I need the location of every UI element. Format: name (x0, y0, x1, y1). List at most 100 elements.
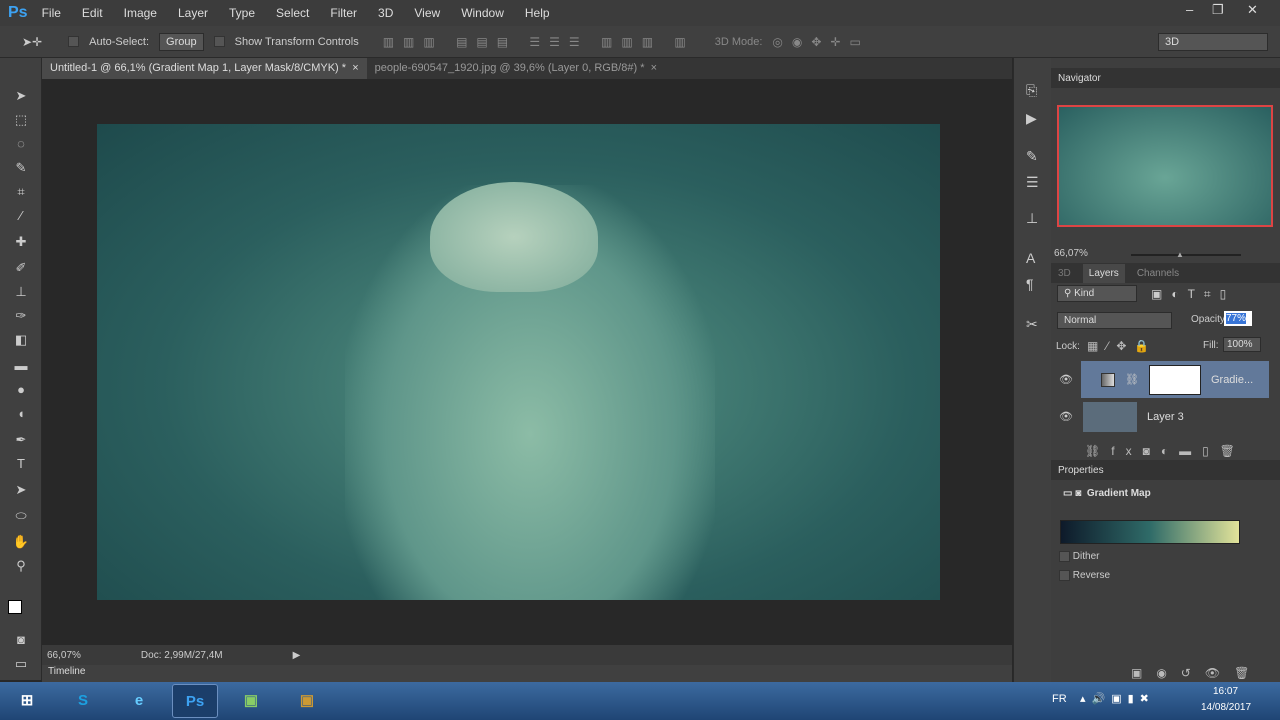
photoshop-taskbar-icon[interactable]: Ps (172, 684, 218, 718)
menu-file[interactable]: File (42, 6, 61, 20)
move-tool-icon[interactable]: ➤✛ (22, 35, 42, 49)
eyedropper-tool-icon[interactable]: ⁄ (12, 208, 30, 226)
menu-type[interactable]: Type (229, 6, 255, 20)
menu-window[interactable]: Window (461, 6, 504, 20)
layer-filter-icons[interactable]: ▣◐T⌗▯ (1151, 287, 1235, 302)
close-button[interactable]: ✕ (1247, 2, 1258, 18)
crop-tool-icon[interactable]: ⌗ (12, 184, 30, 202)
layer-row-layer-3[interactable]: 👁 Layer 3 (1051, 398, 1269, 435)
move-tool-icon[interactable]: ➤ (12, 88, 30, 106)
auto-select-checkbox[interactable] (68, 36, 80, 47)
ellipse-tool-icon[interactable]: ⬭ (12, 508, 30, 526)
path-select-tool-icon[interactable]: ➤ (12, 482, 30, 500)
lock-icons[interactable]: ▦⁄✥🔒 (1087, 339, 1157, 353)
hand-tool-icon[interactable]: ✋ (12, 534, 30, 552)
doc-size: Doc: 2,99M/27,4M (140, 649, 223, 661)
dodge-tool-icon[interactable]: ◖ (12, 406, 30, 424)
foreground-color-swatch[interactable] (8, 600, 22, 614)
3d-mode-icons[interactable]: ◎◉✥✛▭ (772, 35, 869, 49)
layer-actions-icons[interactable]: ⛓fx◙◐▬▯🗑 (1085, 444, 1246, 458)
stamp-tool-icon[interactable]: ⊥ (12, 284, 30, 302)
3d-mode-label: 3D Mode: (714, 35, 763, 48)
visibility-eye-icon[interactable]: 👁 (1051, 410, 1081, 423)
screen-mode-icon[interactable]: ▭ (12, 656, 30, 674)
lasso-tool-icon[interactable]: ◌ (12, 136, 30, 154)
app-icon[interactable]: ▣ (228, 684, 274, 718)
timeline-panel[interactable]: Timeline (42, 665, 1012, 682)
app-icon-2[interactable]: ▣ (284, 684, 330, 718)
align-icons[interactable]: ▥▥▥ ▤▤▤ ☰☰☰ ▥▥▥ ▥ (383, 35, 695, 49)
tab-close-icon[interactable]: × (352, 62, 358, 74)
start-button[interactable]: ⊞ (4, 684, 50, 718)
visibility-eye-icon[interactable]: 👁 (1051, 373, 1081, 386)
layer-filter-kind-select[interactable]: ⚲ Kind (1057, 285, 1137, 302)
zoom-level[interactable]: 66,07% (47, 650, 81, 661)
language-indicator[interactable]: FR (1052, 693, 1067, 705)
dither-option[interactable]: Dither (1059, 551, 1099, 562)
blend-mode-select[interactable]: Normal (1057, 312, 1172, 329)
maximize-button[interactable]: ❐ (1212, 2, 1224, 18)
menu-select[interactable]: Select (276, 6, 309, 20)
navigator-thumbnail[interactable] (1057, 105, 1273, 227)
status-menu-arrow-icon[interactable]: ▶ (293, 650, 301, 661)
properties-footer-icons[interactable]: ▣◉↺👁🗑 (1131, 666, 1263, 680)
gradient-tool-icon[interactable]: ▬ (12, 358, 30, 376)
adjustments-icon[interactable]: ☰ (1026, 174, 1039, 191)
tab-close-icon[interactable]: × (651, 62, 657, 74)
reverse-option[interactable]: Reverse (1059, 570, 1110, 581)
history-brush-icon[interactable]: ✑ (12, 308, 30, 326)
gradient-picker[interactable] (1060, 520, 1240, 544)
eraser-tool-icon[interactable]: ◧ (12, 332, 30, 350)
zoom-tool-icon[interactable]: ⚲ (12, 558, 30, 576)
skype-icon[interactable]: S (60, 684, 106, 718)
quick-select-tool-icon[interactable]: ✎ (12, 160, 30, 178)
layer-mask-thumbnail[interactable] (1148, 364, 1201, 395)
quick-mask-icon[interactable]: ◙ (12, 632, 30, 650)
healing-tool-icon[interactable]: ✚ (12, 234, 30, 252)
menu-3d[interactable]: 3D (378, 6, 393, 20)
actions-play-icon[interactable]: ▶ (1026, 110, 1037, 127)
paragraph-icon[interactable]: ¶ (1026, 276, 1034, 292)
navigator-zoom-slider[interactable]: ▲ (1131, 250, 1241, 259)
tools-icon[interactable]: ✂ (1026, 316, 1038, 333)
menu-edit[interactable]: Edit (82, 6, 103, 20)
type-tool-icon[interactable]: T (12, 456, 30, 474)
tab-channels[interactable]: Channels (1137, 268, 1179, 279)
clock-date[interactable]: 14/08/2017 (1201, 702, 1251, 713)
clock-time[interactable]: 16:07 (1213, 686, 1238, 697)
opacity-input[interactable]: 77% (1226, 313, 1247, 324)
right-panels: Navigator 66,07% ▲ 3D Layers Channels ⚲ … (1051, 58, 1280, 682)
brush-tool-icon[interactable]: ✐ (12, 260, 30, 278)
pen-tool-icon[interactable]: ✒ (12, 432, 30, 450)
tray-icons[interactable]: ▴🔊▣▮✖ (1080, 692, 1155, 705)
navigator-zoom[interactable]: 66,07% (1054, 248, 1088, 259)
menu-layer[interactable]: Layer (178, 6, 208, 20)
history-icon[interactable]: ⎘ (1026, 82, 1037, 99)
marquee-tool-icon[interactable]: ⬚ (12, 112, 30, 130)
workspace-select[interactable]: 3D (1158, 32, 1268, 51)
show-transform-checkbox[interactable] (213, 36, 225, 47)
group-select[interactable]: Group (159, 32, 204, 51)
menu-image[interactable]: Image (124, 6, 157, 20)
minimize-button[interactable]: – (1186, 2, 1193, 17)
clone-source-icon[interactable]: ⊥ (1026, 210, 1038, 227)
menu-filter[interactable]: Filter (330, 6, 357, 20)
layer-name[interactable]: Gradie... (1211, 374, 1253, 386)
status-bar: 66,07% Doc: 2,99M/27,4M ▶ (42, 645, 1012, 665)
properties-title: Properties (1058, 464, 1104, 476)
menu-help[interactable]: Help (525, 6, 550, 20)
fill-input[interactable]: 100% (1223, 337, 1261, 352)
chain-link-icon[interactable]: ⛓ (1125, 373, 1139, 386)
blur-tool-icon[interactable]: ● (12, 382, 30, 400)
menu-view[interactable]: View (414, 6, 440, 20)
character-icon[interactable]: A (1026, 250, 1035, 266)
brush-presets-icon[interactable]: ✎ (1026, 148, 1038, 165)
browser-icon[interactable]: e (116, 684, 162, 718)
tab-layers[interactable]: Layers (1082, 263, 1125, 283)
tab-3d[interactable]: 3D (1058, 268, 1071, 279)
layer-name[interactable]: Layer 3 (1147, 411, 1184, 423)
windows-taskbar: ⊞ S e Ps ▣ ▣ FR ▴🔊▣▮✖ 16:07 14/08/2017 (0, 682, 1280, 720)
layer-row-gradient-map[interactable]: 👁 ⛓ Gradie... (1051, 361, 1269, 398)
tab-untitled-1[interactable]: Untitled-1 @ 66,1% (Gradient Map 1, Laye… (42, 58, 367, 79)
tab-people-jpg[interactable]: people-690547_1920.jpg @ 39,6% (Layer 0,… (367, 58, 665, 79)
